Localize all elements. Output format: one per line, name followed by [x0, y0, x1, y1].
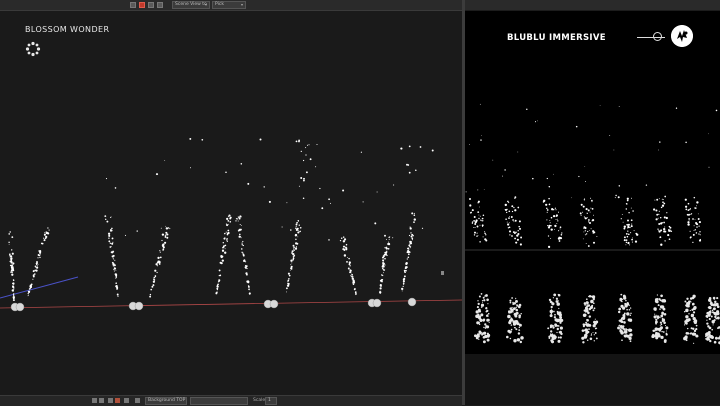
grid-icon[interactable] [148, 2, 154, 8]
mode-dropdown[interactable]: Pick ▾ [212, 1, 246, 9]
mode-dropdown-value: Pick [215, 2, 224, 7]
view-dropdown-value: Scene View to [175, 2, 207, 7]
operator-field[interactable]: Background TOP [145, 397, 187, 405]
emitter-sphere[interactable] [15, 302, 25, 312]
preview-toolbar [462, 0, 720, 10]
brand-title: BLUBLU IMMERSIVE [507, 33, 606, 43]
handle-marker[interactable] [441, 271, 444, 275]
chevron-down-icon: ▾ [240, 2, 243, 7]
camera-icon[interactable] [157, 2, 163, 8]
preview-header: BLUBLU IMMERSIVE [465, 11, 720, 64]
view-dropdown[interactable]: Scene View to ▾ [172, 1, 210, 9]
emitter-sphere[interactable] [372, 298, 382, 308]
preview-footer [465, 354, 720, 405]
ground-line [0, 299, 462, 309]
slider-knob-icon[interactable] [653, 32, 662, 41]
preview-render [465, 103, 720, 345]
output-preview-panel: BLUBLU IMMERSIVE [465, 11, 720, 405]
operator-field-value: Background TOP [148, 398, 186, 403]
plus-icon[interactable] [92, 398, 97, 403]
viewer-toolbar: Scene View to ▾ Pick ▾ [0, 0, 462, 11]
home-icon[interactable] [130, 2, 136, 8]
pin-icon[interactable] [108, 398, 113, 403]
emitter-sphere[interactable] [269, 299, 279, 309]
scale-value: 1 [268, 398, 271, 403]
viewer-statusbar: Background TOP Scale 1 [0, 395, 462, 406]
info-icon[interactable] [135, 398, 140, 403]
value-field[interactable] [190, 397, 248, 405]
flag-icon[interactable] [115, 398, 120, 403]
particle-scene [0, 137, 462, 312]
scene-viewport[interactable]: BLOSSOM WONDER [0, 11, 462, 395]
camera-icon[interactable] [124, 398, 129, 403]
emitter-sphere[interactable] [134, 301, 144, 311]
pointer-line [0, 276, 79, 299]
scale-label: Scale [253, 398, 266, 403]
blublu-logo-icon [671, 25, 693, 47]
scale-field[interactable]: 1 [265, 397, 277, 405]
chevron-down-icon: ▾ [204, 2, 207, 7]
preview-image [465, 64, 720, 354]
particle-strands [8, 137, 434, 302]
emitter-sphere[interactable] [407, 297, 417, 307]
arrow-icon[interactable] [99, 398, 104, 403]
record-icon[interactable] [139, 2, 145, 8]
